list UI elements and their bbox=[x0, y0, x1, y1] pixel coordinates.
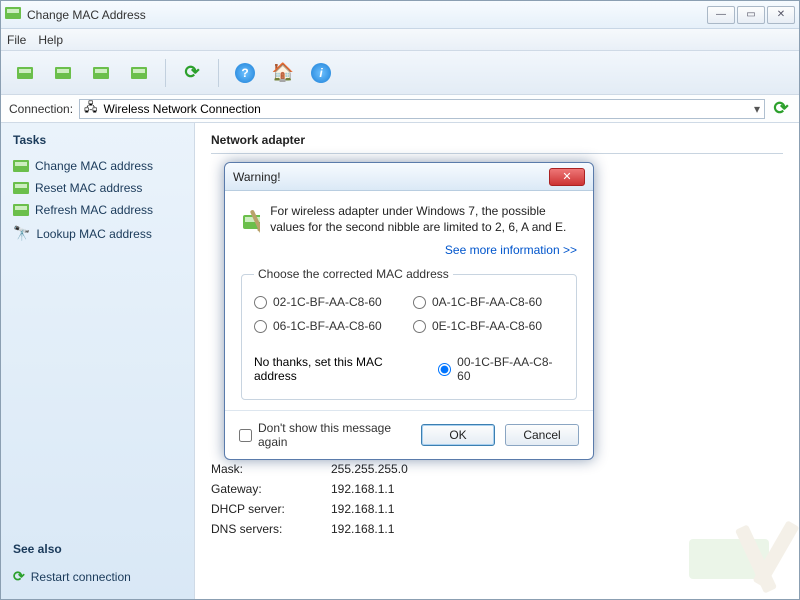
mac-option-label: 0A-1C-BF-AA-C8-60 bbox=[432, 295, 542, 309]
toolbar-change-mac[interactable] bbox=[9, 57, 41, 89]
toolbar: ⟳ ? 🏠 i bbox=[1, 51, 799, 95]
mac-radio[interactable] bbox=[413, 296, 426, 309]
maximize-button[interactable]: ▭ bbox=[737, 6, 765, 24]
toolbar-lookup-mac[interactable] bbox=[123, 57, 155, 89]
see-also-restart[interactable]: ⟳ Restart connection bbox=[9, 564, 186, 589]
menu-file[interactable]: File bbox=[7, 33, 26, 47]
app-icon bbox=[5, 7, 21, 23]
minimize-button[interactable]: — bbox=[707, 6, 735, 24]
mac-option-label: 06-1C-BF-AA-C8-60 bbox=[273, 319, 382, 333]
refresh-icon: ⟳ bbox=[184, 62, 199, 83]
connection-label: Connection: bbox=[9, 102, 73, 116]
refresh-icon: ⟳ bbox=[13, 568, 25, 585]
mac-option[interactable]: 02-1C-BF-AA-C8-60 bbox=[254, 295, 405, 309]
connection-refresh-button[interactable]: ⟳ bbox=[771, 99, 791, 119]
close-button[interactable]: ✕ bbox=[767, 6, 795, 24]
help-icon: ? bbox=[235, 63, 255, 83]
mac-option-label: 02-1C-BF-AA-C8-60 bbox=[273, 295, 382, 309]
network-icon: 🖧 bbox=[84, 98, 97, 119]
task-label: Change MAC address bbox=[35, 159, 153, 173]
nic-icon bbox=[13, 160, 29, 172]
mac-option[interactable]: 0A-1C-BF-AA-C8-60 bbox=[413, 295, 564, 309]
prop-value: 192.168.1.1 bbox=[331, 482, 783, 496]
task-label: Refresh MAC address bbox=[35, 203, 153, 217]
mac-option-label: 0E-1C-BF-AA-C8-60 bbox=[432, 319, 542, 333]
dialog-close-button[interactable]: ✕ bbox=[549, 168, 585, 186]
prop-key: DNS servers: bbox=[211, 522, 331, 536]
binoculars-icon: 🔭 bbox=[13, 225, 30, 242]
task-reset-mac[interactable]: Reset MAC address bbox=[9, 177, 186, 199]
chevron-down-icon: ▾ bbox=[754, 102, 760, 116]
toolbar-separator bbox=[218, 59, 219, 87]
dialog-titlebar: Warning! ✕ bbox=[225, 163, 593, 191]
divider bbox=[211, 153, 783, 154]
watermark-icon bbox=[679, 509, 799, 599]
cancel-button[interactable]: Cancel bbox=[505, 424, 579, 446]
see-also-heading: See also bbox=[9, 542, 186, 556]
window-title: Change MAC Address bbox=[27, 8, 707, 22]
task-refresh-mac[interactable]: Refresh MAC address bbox=[9, 199, 186, 221]
connection-row: Connection: 🖧 Wireless Network Connectio… bbox=[1, 95, 799, 123]
nic-icon bbox=[13, 204, 29, 216]
mac-radio[interactable] bbox=[413, 320, 426, 333]
no-thanks-label: No thanks, set this MAC address bbox=[254, 355, 426, 383]
mac-option[interactable]: 06-1C-BF-AA-C8-60 bbox=[254, 319, 405, 333]
refresh-icon: ⟳ bbox=[773, 98, 788, 119]
title-bar: Change MAC Address — ▭ ✕ bbox=[1, 1, 799, 29]
fieldset-legend: Choose the corrected MAC address bbox=[254, 267, 453, 281]
info-icon: i bbox=[311, 63, 331, 83]
prop-value: 255.255.255.0 bbox=[331, 462, 783, 476]
section-heading: Network adapter bbox=[211, 133, 783, 147]
mac-option-label: 00-1C-BF-AA-C8-60 bbox=[457, 355, 564, 383]
task-label: Reset MAC address bbox=[35, 181, 142, 195]
toolbar-about[interactable]: i bbox=[305, 57, 337, 89]
warning-dialog: Warning! ✕ For wireless adapter under Wi… bbox=[224, 162, 594, 460]
task-lookup-mac[interactable]: 🔭 Lookup MAC address bbox=[9, 221, 186, 246]
dialog-title: Warning! bbox=[233, 170, 549, 184]
toolbar-separator bbox=[165, 59, 166, 87]
mac-radio[interactable] bbox=[438, 363, 451, 376]
no-thanks-row: No thanks, set this MAC address 00-1C-BF… bbox=[254, 351, 564, 387]
dont-show-checkbox[interactable]: Don't show this message again bbox=[239, 421, 411, 449]
prop-key: DHCP server: bbox=[211, 502, 331, 516]
toolbar-refresh-mac[interactable] bbox=[85, 57, 117, 89]
ok-button[interactable]: OK bbox=[421, 424, 495, 446]
window-controls: — ▭ ✕ bbox=[707, 6, 795, 24]
more-info-link[interactable]: See more information >> bbox=[241, 243, 577, 257]
mac-radio[interactable] bbox=[254, 296, 267, 309]
dialog-message-row: For wireless adapter under Windows 7, th… bbox=[241, 203, 577, 239]
connection-dropdown[interactable]: 🖧 Wireless Network Connection ▾ bbox=[79, 99, 765, 119]
menu-bar: File Help bbox=[1, 29, 799, 51]
mac-option[interactable]: 0E-1C-BF-AA-C8-60 bbox=[413, 319, 564, 333]
mac-option-no-thanks[interactable]: 00-1C-BF-AA-C8-60 bbox=[438, 355, 564, 383]
connection-value: Wireless Network Connection bbox=[103, 102, 260, 116]
dialog-body: For wireless adapter under Windows 7, th… bbox=[225, 191, 593, 410]
toolbar-reset-mac[interactable] bbox=[47, 57, 79, 89]
task-change-mac[interactable]: Change MAC address bbox=[9, 155, 186, 177]
dont-show-check[interactable] bbox=[239, 429, 252, 442]
task-label: Lookup MAC address bbox=[36, 227, 151, 241]
dialog-footer: Don't show this message again OK Cancel bbox=[225, 410, 593, 459]
prop-key: Gateway: bbox=[211, 482, 331, 496]
toolbar-help[interactable]: ? bbox=[229, 57, 261, 89]
see-also-label: Restart connection bbox=[31, 570, 131, 584]
toolbar-refresh[interactable]: ⟳ bbox=[176, 57, 208, 89]
home-icon: 🏠 bbox=[272, 62, 294, 83]
mac-radio[interactable] bbox=[254, 320, 267, 333]
toolbar-home[interactable]: 🏠 bbox=[267, 57, 299, 89]
dont-show-label: Don't show this message again bbox=[258, 421, 411, 449]
dialog-message: For wireless adapter under Windows 7, th… bbox=[270, 203, 577, 239]
nic-tools-icon bbox=[241, 203, 260, 239]
tasks-heading: Tasks bbox=[9, 133, 186, 147]
mac-options-fieldset: Choose the corrected MAC address 02-1C-B… bbox=[241, 267, 577, 400]
nic-icon bbox=[13, 182, 29, 194]
sidebar: Tasks Change MAC address Reset MAC addre… bbox=[1, 123, 195, 599]
menu-help[interactable]: Help bbox=[38, 33, 63, 47]
prop-key: Mask: bbox=[211, 462, 331, 476]
